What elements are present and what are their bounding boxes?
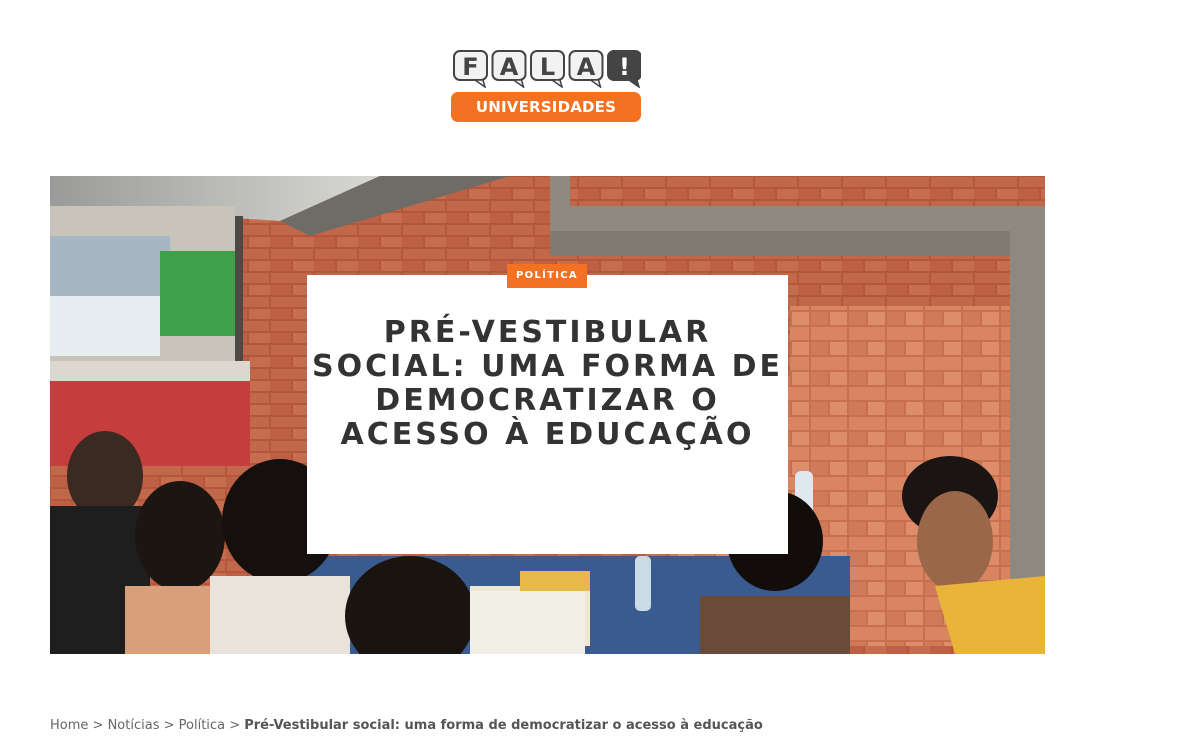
- logo-letter: !: [619, 53, 630, 81]
- logo-letter-bubble: !: [607, 50, 641, 88]
- logo-letter-bubble: A: [568, 50, 604, 88]
- logo-letter-bubble: A: [491, 50, 527, 88]
- logo-letter-bubble: L: [530, 50, 565, 88]
- breadcrumb-noticias[interactable]: Notícias: [108, 718, 160, 733]
- site-logo[interactable]: F A L A! UNIVERSIDADES: [451, 50, 641, 124]
- breadcrumb-separator: >: [163, 718, 175, 733]
- post-title: PRÉ-VESTIBULAR SOCIAL: UMA FORMA DE DEMO…: [312, 315, 783, 452]
- logo-letter: A: [577, 53, 596, 81]
- logo-letter: F: [462, 53, 478, 81]
- logo-letter: L: [540, 53, 555, 81]
- breadcrumb-current: Pré-Vestibular social: uma forma de demo…: [244, 718, 763, 733]
- logo-speech-bubbles: F A L A!: [453, 50, 641, 88]
- logo-tagline: UNIVERSIDADES: [451, 92, 641, 122]
- breadcrumb-home[interactable]: Home: [50, 718, 88, 733]
- logo-letter-bubble: F: [453, 50, 488, 88]
- featured-image: POLÍTICA PRÉ-VESTIBULAR SOCIAL: UMA FORM…: [50, 176, 1045, 654]
- breadcrumb-politica[interactable]: Política: [179, 718, 225, 733]
- logo-letter: A: [500, 53, 519, 81]
- breadcrumb-separator: >: [229, 718, 241, 733]
- category-badge[interactable]: POLÍTICA: [507, 264, 587, 288]
- breadcrumb-separator: >: [92, 718, 104, 733]
- page: F A L A! UNIVERSIDADES POLÍTICA PRÉ-VEST…: [0, 0, 1200, 750]
- breadcrumb: Home > Notícias > Política > Pré-Vestibu…: [50, 717, 763, 735]
